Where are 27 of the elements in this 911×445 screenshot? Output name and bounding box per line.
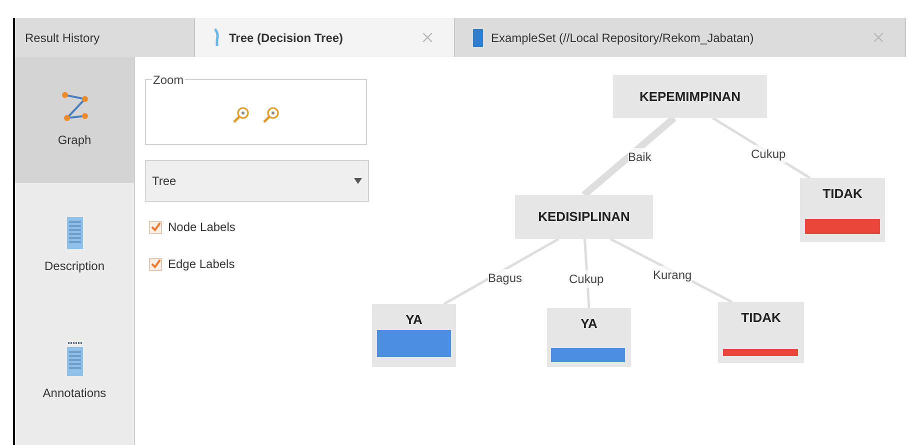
zoom-out-icon[interactable] [262,106,280,124]
node-label: TIDAK [741,309,781,327]
node-label: YA [406,311,422,329]
checkbox[interactable] [149,258,162,270]
notepad-icon [66,342,82,376]
edge-label: Cukup [569,270,604,288]
node-label: KEPEMIMPINAN [639,88,741,106]
checkbox-label: Node Labels [168,219,236,236]
close-icon[interactable] [874,33,883,42]
layout-dropdown[interactable]: Tree [145,160,369,202]
document-icon [66,217,82,249]
checkbox[interactable] [149,220,162,234]
node-label: YA [580,315,598,333]
tab[interactable]: Tree (Decision Tree) [195,18,455,57]
node-label: TIDAK [822,185,862,203]
node-label: KEDISIPLINAN [538,208,630,226]
sidebar-item[interactable]: Annotations [15,309,134,435]
sidebar-item[interactable]: Graph [15,57,134,183]
edge-label: Bagus [488,269,522,287]
zoom-in-icon[interactable] [232,106,250,124]
checkbox-label: Edge Labels [168,256,235,273]
dropdown-arrow-icon [354,178,362,184]
table-icon [473,28,483,46]
edge-label: Kurang [653,266,692,284]
sidebar-item[interactable]: Description [15,183,134,309]
edge-label: Cukup [751,145,786,163]
close-icon[interactable] [423,33,432,42]
